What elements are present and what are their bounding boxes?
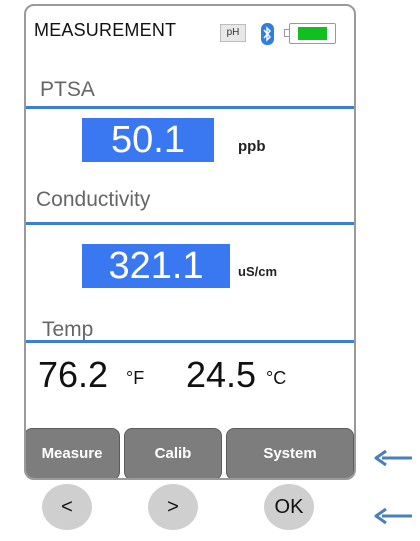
status-bar: MEASUREMENT pH: [26, 6, 354, 54]
ptsa-value: 50.1: [82, 118, 214, 162]
ptsa-unit: ppb: [238, 138, 266, 155]
conductivity-divider: [26, 222, 354, 225]
temp-celsius-unit: °C: [266, 368, 287, 388]
conductivity-unit: uS/cm: [238, 264, 278, 279]
conductivity-label: Conductivity: [36, 188, 151, 211]
left-arrow-icon: [374, 507, 412, 525]
ph-badge: pH: [220, 24, 246, 42]
ok-button[interactable]: OK: [264, 484, 314, 530]
temp-label: Temp: [42, 318, 94, 341]
ptsa-divider: [26, 106, 354, 109]
left-arrow-icon: [374, 449, 412, 467]
bluetooth-icon: [261, 23, 274, 45]
temp-celsius-value: 24.5: [186, 354, 257, 395]
battery-level-fill: [298, 27, 327, 40]
right-button[interactable]: >: [148, 484, 198, 530]
measure-button[interactable]: Measure: [26, 428, 120, 478]
temp-divider: [26, 340, 354, 343]
device-screen: MEASUREMENT pH PTSA 50.1 ppb Conductivit…: [24, 4, 356, 480]
system-button[interactable]: System: [226, 428, 354, 478]
temp-fahrenheit-value: 76.2: [38, 354, 109, 395]
screen-title: MEASUREMENT: [34, 20, 177, 40]
left-button[interactable]: <: [42, 484, 92, 530]
conductivity-value: 321.1: [82, 244, 230, 288]
calib-button[interactable]: Calib: [124, 428, 222, 478]
battery-icon: [284, 23, 336, 44]
temp-fahrenheit-unit: °F: [126, 368, 145, 388]
page: MEASUREMENT pH PTSA 50.1 ppb Conductivit…: [0, 0, 420, 541]
ptsa-label: PTSA: [40, 78, 95, 101]
